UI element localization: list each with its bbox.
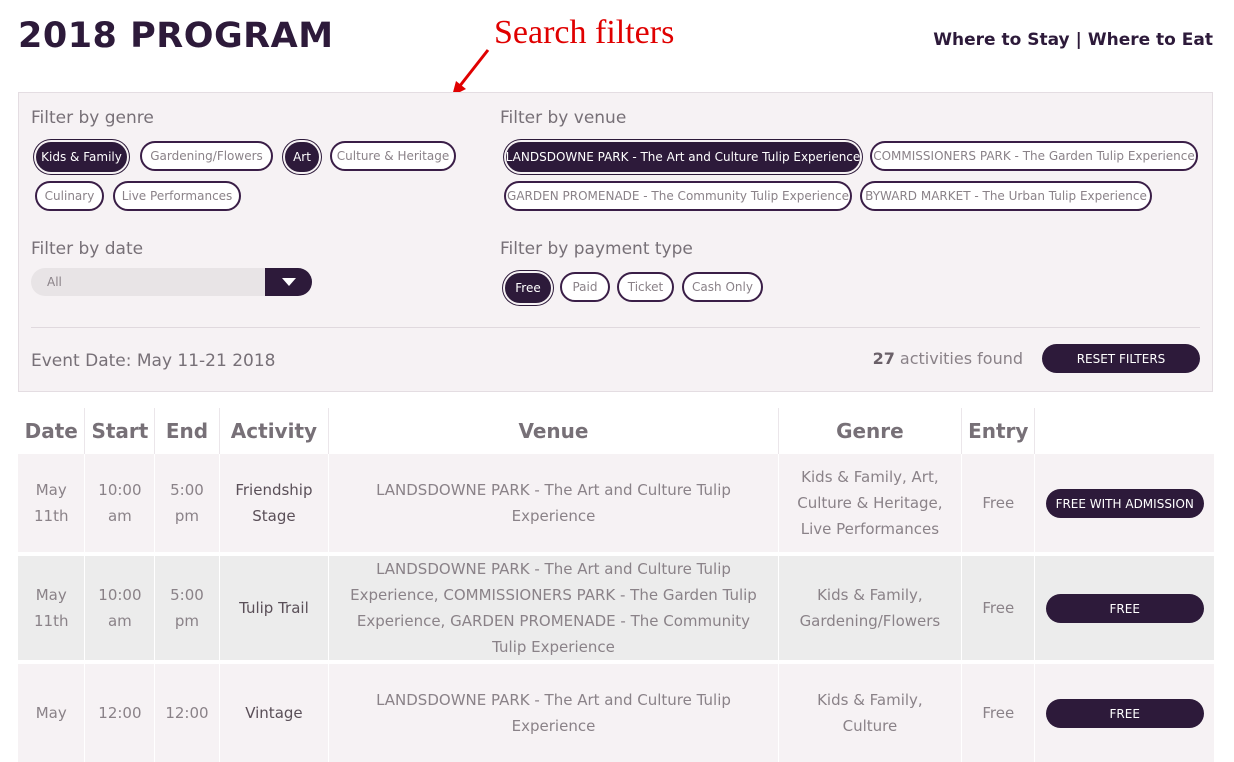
cell-date: May 11th bbox=[18, 454, 86, 554]
annotation-label: Search filters bbox=[494, 14, 675, 51]
genre-pill-live-performances[interactable]: Live Performances bbox=[113, 181, 241, 211]
top-links: Where to Stay | Where to Eat bbox=[933, 30, 1213, 50]
payment-pill-cash-only[interactable]: Cash Only bbox=[682, 272, 763, 302]
reset-filters-button[interactable]: RESET FILTERS bbox=[1042, 344, 1200, 373]
table-row: May 12:00 12:00 Vintage LANDSDOWNE PARK … bbox=[18, 660, 1214, 762]
genre-pill-art[interactable]: Art bbox=[285, 142, 319, 172]
genre-pill-culture-heritage[interactable]: Culture & Heritage bbox=[330, 141, 456, 171]
date-filter-heading: Filter by date bbox=[31, 239, 144, 259]
where-to-stay-link[interactable]: Where to Stay bbox=[933, 30, 1069, 50]
column-header-start[interactable]: Start bbox=[84, 408, 156, 454]
date-select-value: All bbox=[47, 275, 62, 289]
dropdown-caret-icon[interactable] bbox=[265, 268, 312, 296]
cell-end: 5:00 pm bbox=[154, 454, 220, 554]
genre-pill-kids-family[interactable]: Kids & Family bbox=[36, 142, 127, 172]
cell-start: 12:00 bbox=[84, 660, 156, 762]
cell-action: FREE WITH ADMISSION bbox=[1034, 454, 1214, 554]
table-row: May 11th 10:00 am 5:00 pm Tulip Trail LA… bbox=[18, 552, 1214, 662]
free-with-admission-button[interactable]: FREE WITH ADMISSION bbox=[1045, 488, 1204, 518]
date-select[interactable]: All bbox=[31, 268, 312, 296]
cell-venue: LANDSDOWNE PARK - The Art and Culture Tu… bbox=[328, 454, 779, 554]
cell-end: 12:00 bbox=[154, 660, 220, 762]
column-header-end[interactable]: End bbox=[154, 408, 220, 454]
column-header-genre[interactable]: Genre bbox=[778, 408, 963, 454]
table-row: May 11th 10:00 am 5:00 pm Friendship Sta… bbox=[18, 454, 1214, 554]
column-header-venue[interactable]: Venue bbox=[328, 408, 779, 454]
payment-filter-heading: Filter by payment type bbox=[500, 239, 693, 259]
venue-pill-garden-promenade[interactable]: GARDEN PROMENADE - The Community Tulip E… bbox=[504, 181, 852, 211]
page-title: 2018 PROGRAM bbox=[18, 16, 334, 56]
activities-found: 27 activities found bbox=[873, 349, 1023, 368]
cell-genre: Kids & Family, Gardening/Flowers bbox=[778, 552, 963, 662]
event-date-label: Event Date: May 11-21 2018 bbox=[31, 351, 276, 371]
cell-activity: Friendship Stage bbox=[219, 454, 330, 554]
venue-pill-byward-market[interactable]: BYWARD MARKET - The Urban Tulip Experien… bbox=[860, 181, 1152, 211]
cell-action: FREE bbox=[1034, 552, 1214, 662]
venue-pill-commissioners[interactable]: COMMISSIONERS PARK - The Garden Tulip Ex… bbox=[870, 141, 1198, 171]
cell-start: 10:00 am bbox=[84, 552, 156, 662]
cell-venue: LANDSDOWNE PARK - The Art and Culture Tu… bbox=[328, 552, 779, 662]
cell-activity: Tulip Trail bbox=[219, 552, 330, 662]
cell-activity: Vintage bbox=[219, 660, 330, 762]
activities-count: 27 bbox=[872, 349, 895, 368]
cell-date: May bbox=[18, 660, 86, 762]
payment-pill-free[interactable]: Free bbox=[505, 273, 551, 303]
column-header-entry[interactable]: Entry bbox=[961, 408, 1036, 454]
filter-panel: Filter by genre Kids & Family Gardening/… bbox=[18, 92, 1213, 392]
link-separator: | bbox=[1075, 30, 1082, 50]
column-header-date[interactable]: Date bbox=[18, 408, 86, 454]
payment-pill-ticket[interactable]: Ticket bbox=[617, 272, 674, 302]
program-table: Date Start End Activity Venue Genre Entr… bbox=[18, 408, 1214, 762]
cell-genre: Kids & Family, Culture bbox=[778, 660, 963, 762]
cell-start: 10:00 am bbox=[84, 454, 156, 554]
cell-venue: LANDSDOWNE PARK - The Art and Culture Tu… bbox=[328, 660, 779, 762]
genre-pill-gardening[interactable]: Gardening/Flowers bbox=[140, 141, 273, 171]
genre-filter-heading: Filter by genre bbox=[31, 108, 154, 128]
genre-pill-culinary[interactable]: Culinary bbox=[35, 181, 104, 211]
cell-entry: Free bbox=[961, 552, 1036, 662]
activities-found-text: activities found bbox=[899, 349, 1023, 368]
payment-pill-paid[interactable]: Paid bbox=[560, 272, 610, 302]
cell-genre: Kids & Family, Art, Culture & Heritage, … bbox=[778, 454, 963, 554]
column-header-action bbox=[1035, 408, 1214, 454]
cell-action: FREE bbox=[1034, 660, 1214, 762]
venue-filter-heading: Filter by venue bbox=[500, 108, 627, 128]
column-header-activity[interactable]: Activity bbox=[219, 408, 330, 454]
where-to-eat-link[interactable]: Where to Eat bbox=[1088, 30, 1213, 50]
filter-divider bbox=[31, 327, 1200, 328]
venue-pill-landsdowne[interactable]: LANDSDOWNE PARK - The Art and Culture Tu… bbox=[506, 142, 860, 172]
free-button[interactable]: FREE bbox=[1045, 593, 1204, 623]
cell-date: May 11th bbox=[18, 552, 86, 662]
cell-entry: Free bbox=[961, 454, 1036, 554]
cell-entry: Free bbox=[961, 660, 1036, 762]
cell-end: 5:00 pm bbox=[154, 552, 220, 662]
table-header-row: Date Start End Activity Venue Genre Entr… bbox=[18, 408, 1214, 454]
